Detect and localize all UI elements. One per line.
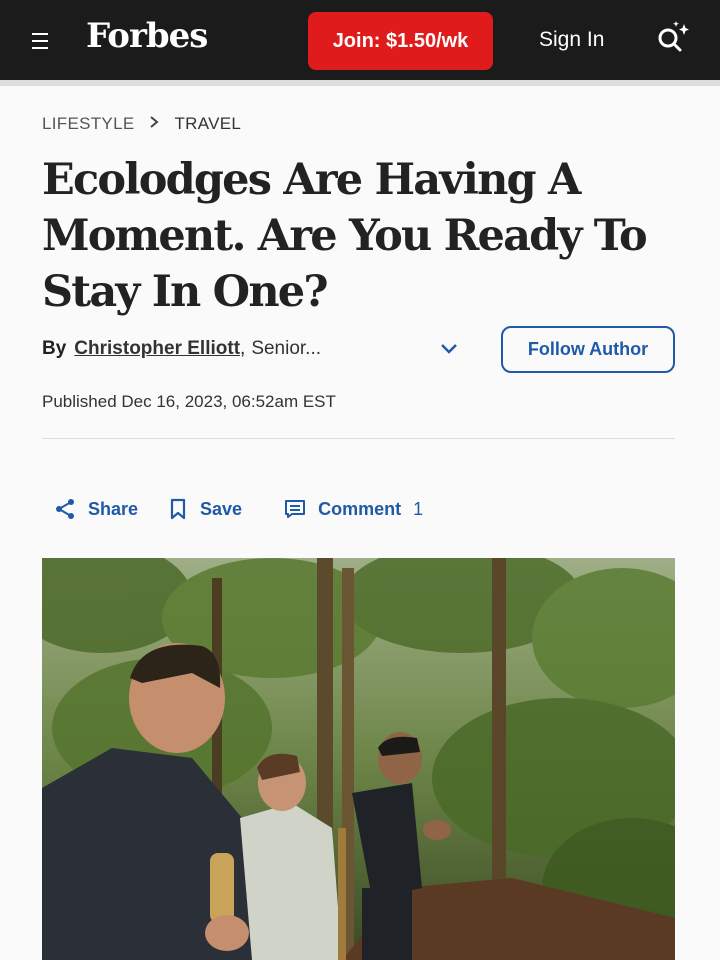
share-icon <box>56 499 74 519</box>
article-hero-image[interactable] <box>42 558 675 960</box>
by-label: By <box>42 338 67 359</box>
save-button[interactable]: Save <box>168 498 242 520</box>
jungle-hikers-photo <box>42 558 675 960</box>
bookmark-icon <box>170 498 186 520</box>
follow-author-button[interactable]: Follow Author <box>501 326 675 373</box>
comment-button[interactable]: Comment 1 <box>284 498 423 520</box>
comment-count: 1 <box>413 498 424 519</box>
save-label: Save <box>200 498 243 519</box>
top-navigation-bar: Forbes Join: $1.50/wk Sign In <box>0 0 720 80</box>
comment-icon <box>285 500 306 518</box>
author-role: Senior... <box>251 338 322 359</box>
breadcrumb: LIFESTYLE TRAVEL <box>42 114 241 134</box>
byline: By Christopher Elliott, Senior... <box>42 338 321 360</box>
header-divider <box>0 80 720 86</box>
forbes-logo[interactable]: Forbes <box>86 16 208 56</box>
comment-label: Comment <box>318 498 402 519</box>
share-button[interactable]: Share <box>54 498 138 520</box>
chevron-down-icon[interactable] <box>438 338 460 360</box>
share-label: Share <box>88 498 139 519</box>
published-date: Published Dec 16, 2023, 06:52am EST <box>42 392 336 411</box>
search-sparkle-icon[interactable] <box>654 18 694 58</box>
menu-icon[interactable] <box>32 28 54 52</box>
byline-comma: , <box>240 338 246 359</box>
sign-in-link[interactable]: Sign In <box>539 28 604 52</box>
breadcrumb-lifestyle[interactable]: LIFESTYLE <box>42 114 134 134</box>
join-button[interactable]: Join: $1.50/wk <box>308 12 493 70</box>
divider <box>42 438 675 439</box>
chevron-right-icon <box>148 115 160 134</box>
article-title: Ecolodges Are Having A Moment. Are You R… <box>42 155 648 317</box>
article-actions: Share Save Comment 1 <box>54 498 423 520</box>
breadcrumb-travel[interactable]: TRAVEL <box>174 114 241 134</box>
author-link[interactable]: Christopher Elliott <box>74 338 240 360</box>
